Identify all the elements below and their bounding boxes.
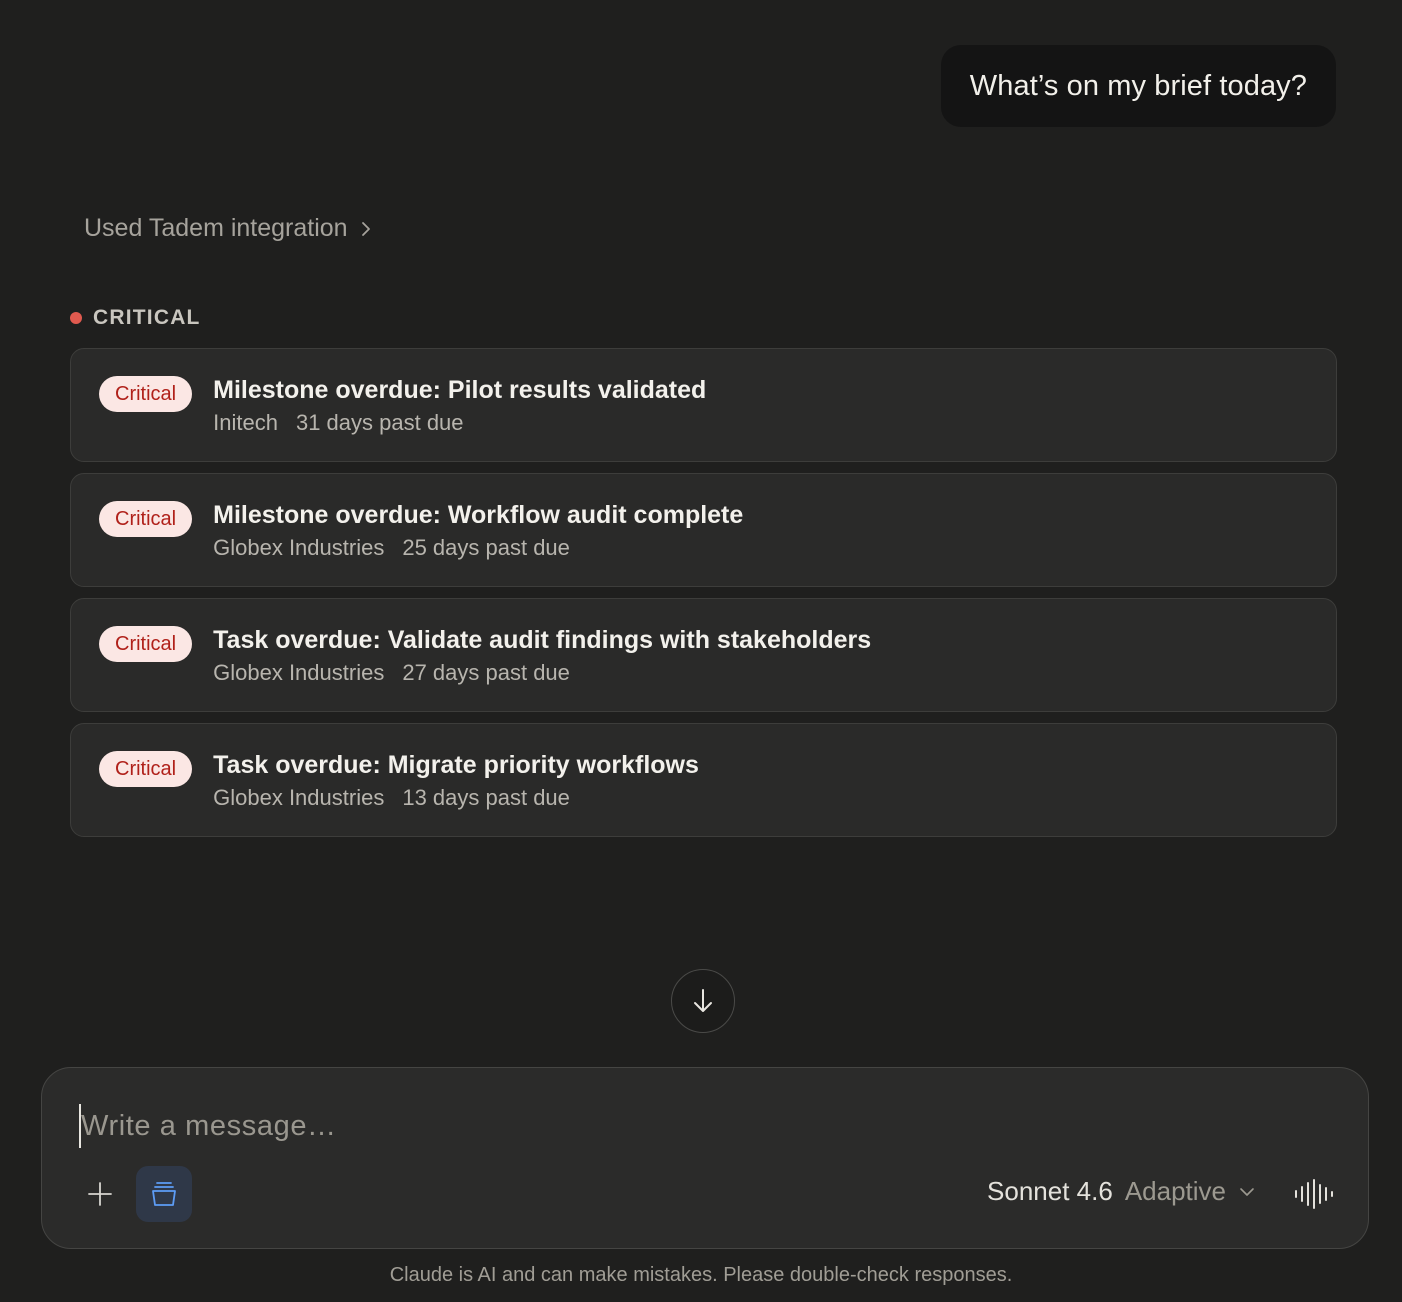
model-selector[interactable]: Sonnet 4.6 Adaptive [987, 1176, 1256, 1207]
brief-item-body: Task overdue: Migrate priority workflows… [213, 749, 699, 811]
ai-disclaimer: Claude is AI and can make mistakes. Plea… [389, 1264, 1013, 1286]
critical-status-dot [70, 312, 82, 324]
scroll-to-bottom-button[interactable] [671, 969, 735, 1033]
add-attachment-button[interactable] [72, 1166, 128, 1222]
brief-item-meta: Initech 31 days past due [213, 410, 706, 436]
plus-icon [88, 1182, 112, 1206]
brief-item-title: Milestone overdue: Workflow audit comple… [213, 501, 744, 529]
brief-item-company: Globex Industries [213, 535, 385, 560]
message-input[interactable] [79, 1104, 1179, 1148]
voice-waveform-icon [1295, 1179, 1333, 1209]
brief-item-title: Milestone overdue: Pilot results validat… [213, 376, 707, 404]
brief-item-list: Critical Milestone overdue: Pilot result… [70, 348, 1337, 848]
critical-badge: Critical [99, 751, 193, 787]
critical-badge: Critical [99, 376, 193, 412]
user-message-bubble: What’s on my brief today? [940, 45, 1336, 127]
brief-item-body: Task overdue: Validate audit findings wi… [213, 624, 871, 686]
brief-item-meta: Globex Industries 25 days past due [213, 535, 743, 561]
arrow-down-icon [694, 989, 712, 1012]
brief-item-due: 27 days past due [402, 660, 570, 685]
brief-item-due: 25 days past due [402, 535, 570, 560]
brief-item-due: 31 days past due [295, 410, 464, 435]
section-heading-critical: CRITICAL [70, 306, 201, 330]
tadem-tool-button[interactable] [136, 1166, 192, 1222]
brief-item-card[interactable]: Critical Milestone overdue: Pilot result… [70, 348, 1337, 462]
chevron-right-icon [361, 221, 370, 236]
critical-badge: Critical [99, 501, 193, 537]
model-mode: Adaptive [1124, 1176, 1226, 1206]
critical-badge: Critical [99, 626, 193, 662]
brief-item-meta: Globex Industries 13 days past due [213, 785, 699, 811]
brief-item-title: Task overdue: Validate audit findings wi… [213, 626, 872, 654]
brief-item-company: Globex Industries [213, 660, 385, 685]
brief-item-company: Initech [213, 410, 278, 435]
section-label: CRITICAL [93, 306, 201, 329]
brief-item-card[interactable]: Critical Milestone overdue: Workflow aud… [70, 473, 1337, 587]
chevron-down-icon [1240, 1187, 1254, 1196]
model-name: Sonnet 4.6 [987, 1176, 1113, 1206]
voice-mode-button[interactable] [1286, 1166, 1342, 1222]
user-message-text: What’s on my brief today? [969, 69, 1307, 102]
tadem-icon [152, 1182, 176, 1206]
brief-item-company: Globex Industries [213, 785, 385, 810]
message-composer: Sonnet 4.6 Adaptive [41, 1067, 1369, 1249]
brief-item-body: Milestone overdue: Pilot results validat… [213, 374, 706, 436]
brief-item-body: Milestone overdue: Workflow audit comple… [213, 499, 743, 561]
brief-item-meta: Globex Industries 27 days past due [213, 660, 871, 686]
tool-use-disclosure[interactable]: Used Tadem integration [84, 214, 372, 243]
brief-item-card[interactable]: Critical Task overdue: Validate audit fi… [70, 598, 1337, 712]
brief-item-due: 13 days past due [402, 785, 570, 810]
tool-use-label: Used Tadem integration [84, 214, 348, 242]
chat-page: What’s on my brief today? Used Tadem int… [0, 0, 1402, 1302]
brief-item-card[interactable]: Critical Task overdue: Migrate priority … [70, 723, 1337, 837]
brief-item-title: Task overdue: Migrate priority workflows [213, 751, 699, 779]
